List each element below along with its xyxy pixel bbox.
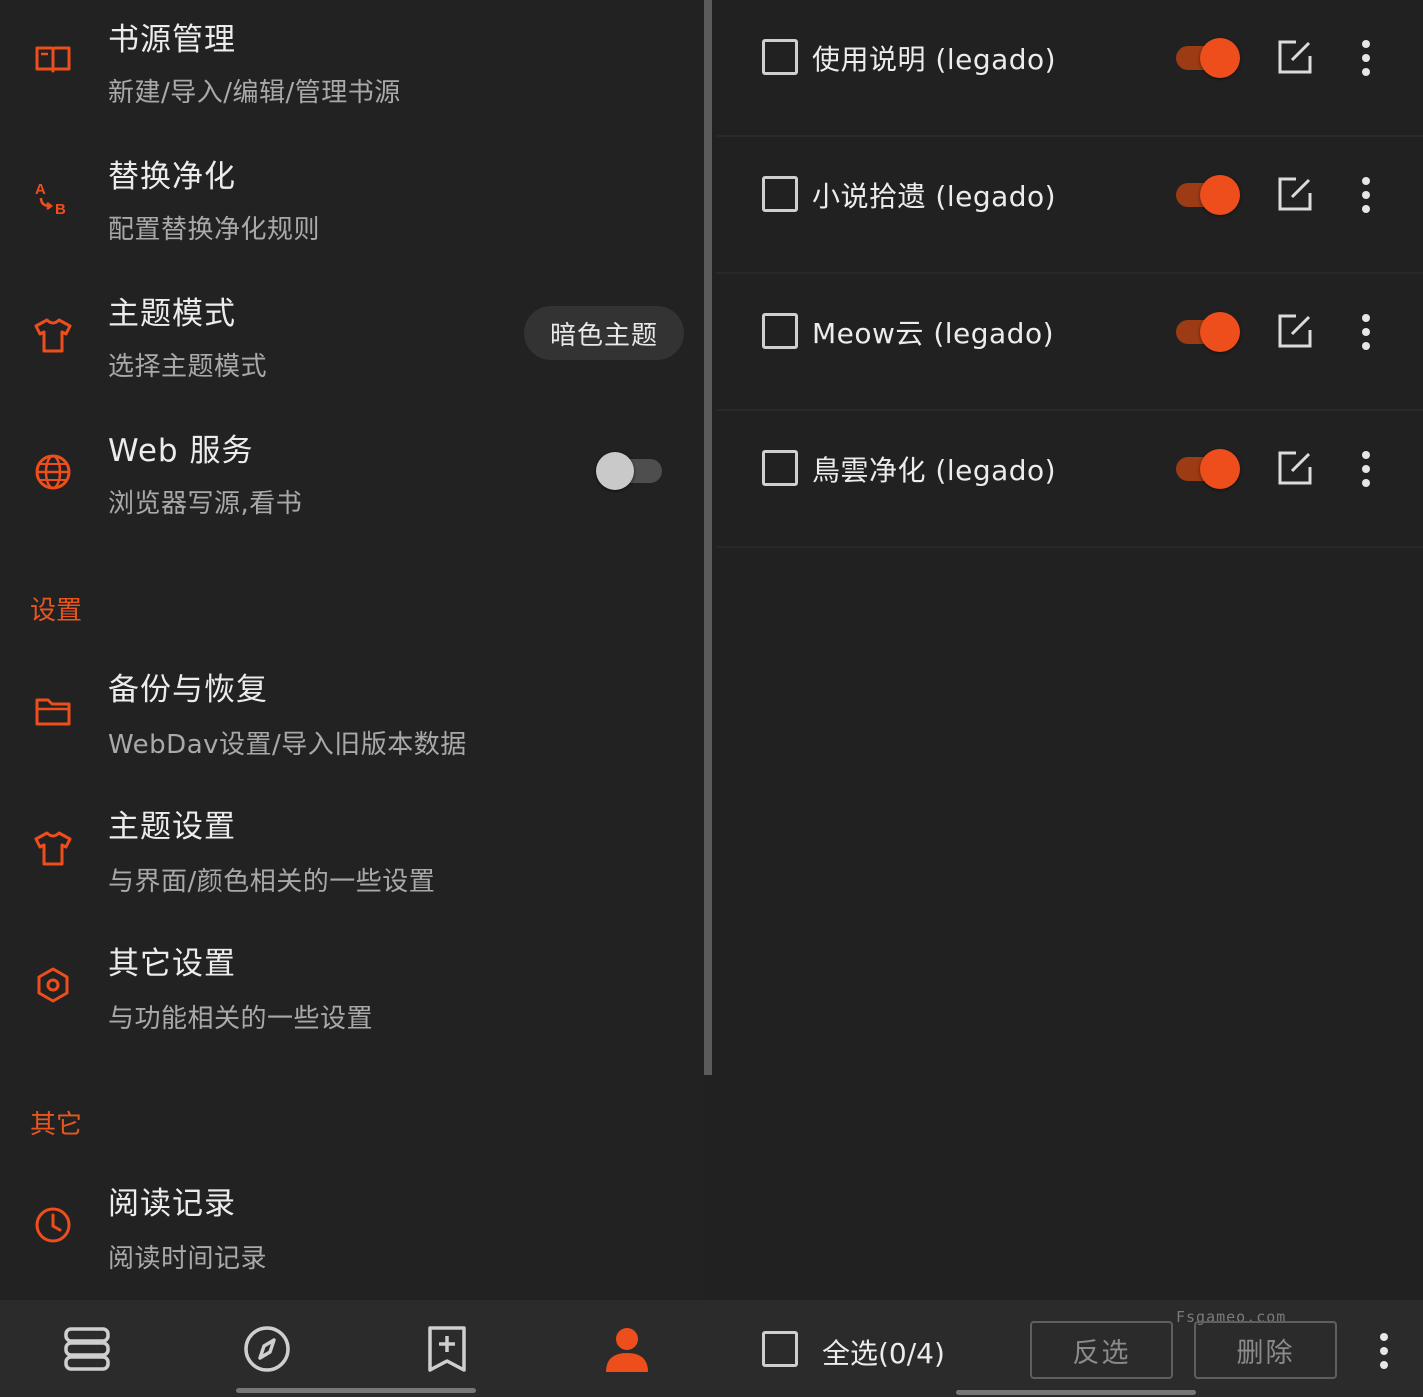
section-other: 其它 — [30, 1110, 83, 1140]
pref-title: 主题模式 — [108, 296, 236, 332]
pref-title: 书源管理 — [108, 22, 236, 58]
shirt-icon — [30, 825, 76, 871]
nav-my[interactable] — [602, 1324, 652, 1374]
enable-switch[interactable] — [1176, 36, 1242, 80]
nav-rss[interactable] — [422, 1324, 472, 1374]
edit-icon[interactable] — [1276, 175, 1314, 213]
gesture-bar — [236, 1388, 476, 1393]
compass-icon — [244, 1326, 290, 1372]
invert-selection-button[interactable]: 反选 — [1030, 1321, 1173, 1379]
nav-discover[interactable] — [242, 1324, 292, 1374]
book-icon — [30, 36, 76, 82]
switch-thumb — [1200, 175, 1240, 215]
item-name: 使用说明 (legado) — [812, 43, 1057, 76]
enable-switch[interactable] — [1176, 173, 1242, 217]
gear-icon — [30, 962, 76, 1008]
edit-icon[interactable] — [1276, 312, 1314, 350]
folder-icon — [30, 688, 76, 734]
pref-title: Web 服务 — [108, 433, 254, 469]
more-vert-icon[interactable] — [1354, 175, 1378, 215]
bookmark-add-icon — [428, 1326, 466, 1372]
more-vert-icon[interactable] — [1354, 449, 1378, 489]
enable-switch[interactable] — [1176, 447, 1242, 491]
select-all-checkbox[interactable] — [762, 1331, 798, 1367]
item-checkbox[interactable] — [762, 176, 798, 212]
edit-icon[interactable] — [1276, 449, 1314, 487]
gesture-bar — [956, 1390, 1196, 1395]
item-checkbox[interactable] — [762, 450, 798, 486]
list-item[interactable]: Meow云 (legado) — [716, 274, 1423, 411]
switch-thumb — [596, 452, 634, 490]
nav-bookshelf[interactable] — [62, 1324, 112, 1374]
bookshelf-icon — [64, 1327, 110, 1371]
pref-subtitle: 配置替换净化规则 — [108, 215, 321, 245]
globe-icon — [30, 449, 76, 495]
item-name: 鳥雲净化 (legado) — [812, 454, 1057, 487]
pref-title: 阅读记录 — [108, 1186, 236, 1222]
preferences-pane: 书源管理 新建/导入/编辑/管理书源 AB 替换净化 配置替换净化规则 主题模式… — [0, 0, 704, 1300]
pref-title: 备份与恢复 — [108, 672, 268, 708]
selection-bar: 全选(0/4) Fsgameo.com 反选 删除 — [716, 1300, 1423, 1397]
more-vert-icon[interactable] — [1354, 312, 1378, 352]
pref-title: 其它设置 — [108, 946, 236, 982]
theme-mode-value[interactable]: 暗色主题 — [524, 306, 684, 360]
svg-text:B: B — [55, 201, 66, 218]
pane-scrollbar[interactable] — [704, 0, 712, 1075]
list-item[interactable]: 使用说明 (legado) — [716, 0, 1423, 137]
switch-thumb — [1200, 38, 1240, 78]
delete-button[interactable]: 删除 — [1194, 1321, 1337, 1379]
svg-text:A: A — [35, 181, 46, 198]
replace-ab-icon: AB — [30, 175, 76, 221]
bottom-navigation — [0, 1300, 716, 1397]
edit-icon[interactable] — [1276, 38, 1314, 76]
item-name: Meow云 (legado) — [812, 317, 1055, 350]
pref-book-source[interactable]: 书源管理 新建/导入/编辑/管理书源 — [0, 0, 704, 137]
pref-subtitle: 选择主题模式 — [108, 352, 268, 382]
pref-title: 替换净化 — [108, 159, 236, 195]
shirt-icon — [30, 312, 76, 358]
section-settings: 设置 — [30, 596, 83, 626]
pref-title: 主题设置 — [108, 809, 236, 845]
clock-icon — [30, 1202, 76, 1248]
pref-other-settings[interactable]: 其它设置 与功能相关的一些设置 — [0, 938, 704, 1075]
list-item[interactable]: 鳥雲净化 (legado) — [716, 411, 1423, 548]
pref-read-record[interactable]: 阅读记录 阅读时间记录 — [0, 1178, 704, 1315]
item-name: 小说拾遗 (legado) — [812, 180, 1057, 213]
switch-thumb — [1200, 449, 1240, 489]
more-vert-icon[interactable] — [1354, 38, 1378, 78]
pref-subtitle: 与功能相关的一些设置 — [108, 1004, 374, 1034]
item-checkbox[interactable] — [762, 313, 798, 349]
enable-switch[interactable] — [1176, 310, 1242, 354]
more-vert-icon[interactable] — [1372, 1331, 1396, 1371]
pref-subtitle: 阅读时间记录 — [108, 1244, 268, 1274]
web-service-switch[interactable] — [596, 450, 662, 490]
item-checkbox[interactable] — [762, 39, 798, 75]
select-all-label[interactable]: 全选(0/4) — [822, 1332, 945, 1372]
pref-subtitle: WebDav设置/导入旧版本数据 — [108, 730, 467, 760]
pref-subtitle: 与界面/颜色相关的一些设置 — [108, 867, 436, 897]
pref-backup[interactable]: 备份与恢复 WebDav设置/导入旧版本数据 — [0, 664, 704, 801]
pref-theme-settings[interactable]: 主题设置 与界面/颜色相关的一些设置 — [0, 801, 704, 938]
pref-replace[interactable]: AB 替换净化 配置替换净化规则 — [0, 137, 704, 274]
source-list-pane: 使用说明 (legado) 小说拾遗 (legado) Meow云 (legad… — [716, 0, 1423, 1300]
switch-thumb — [1200, 312, 1240, 352]
pref-subtitle: 新建/导入/编辑/管理书源 — [108, 78, 401, 108]
list-item[interactable]: 小说拾遗 (legado) — [716, 137, 1423, 274]
pref-subtitle: 浏览器写源,看书 — [108, 489, 303, 519]
person-icon — [606, 1328, 648, 1372]
